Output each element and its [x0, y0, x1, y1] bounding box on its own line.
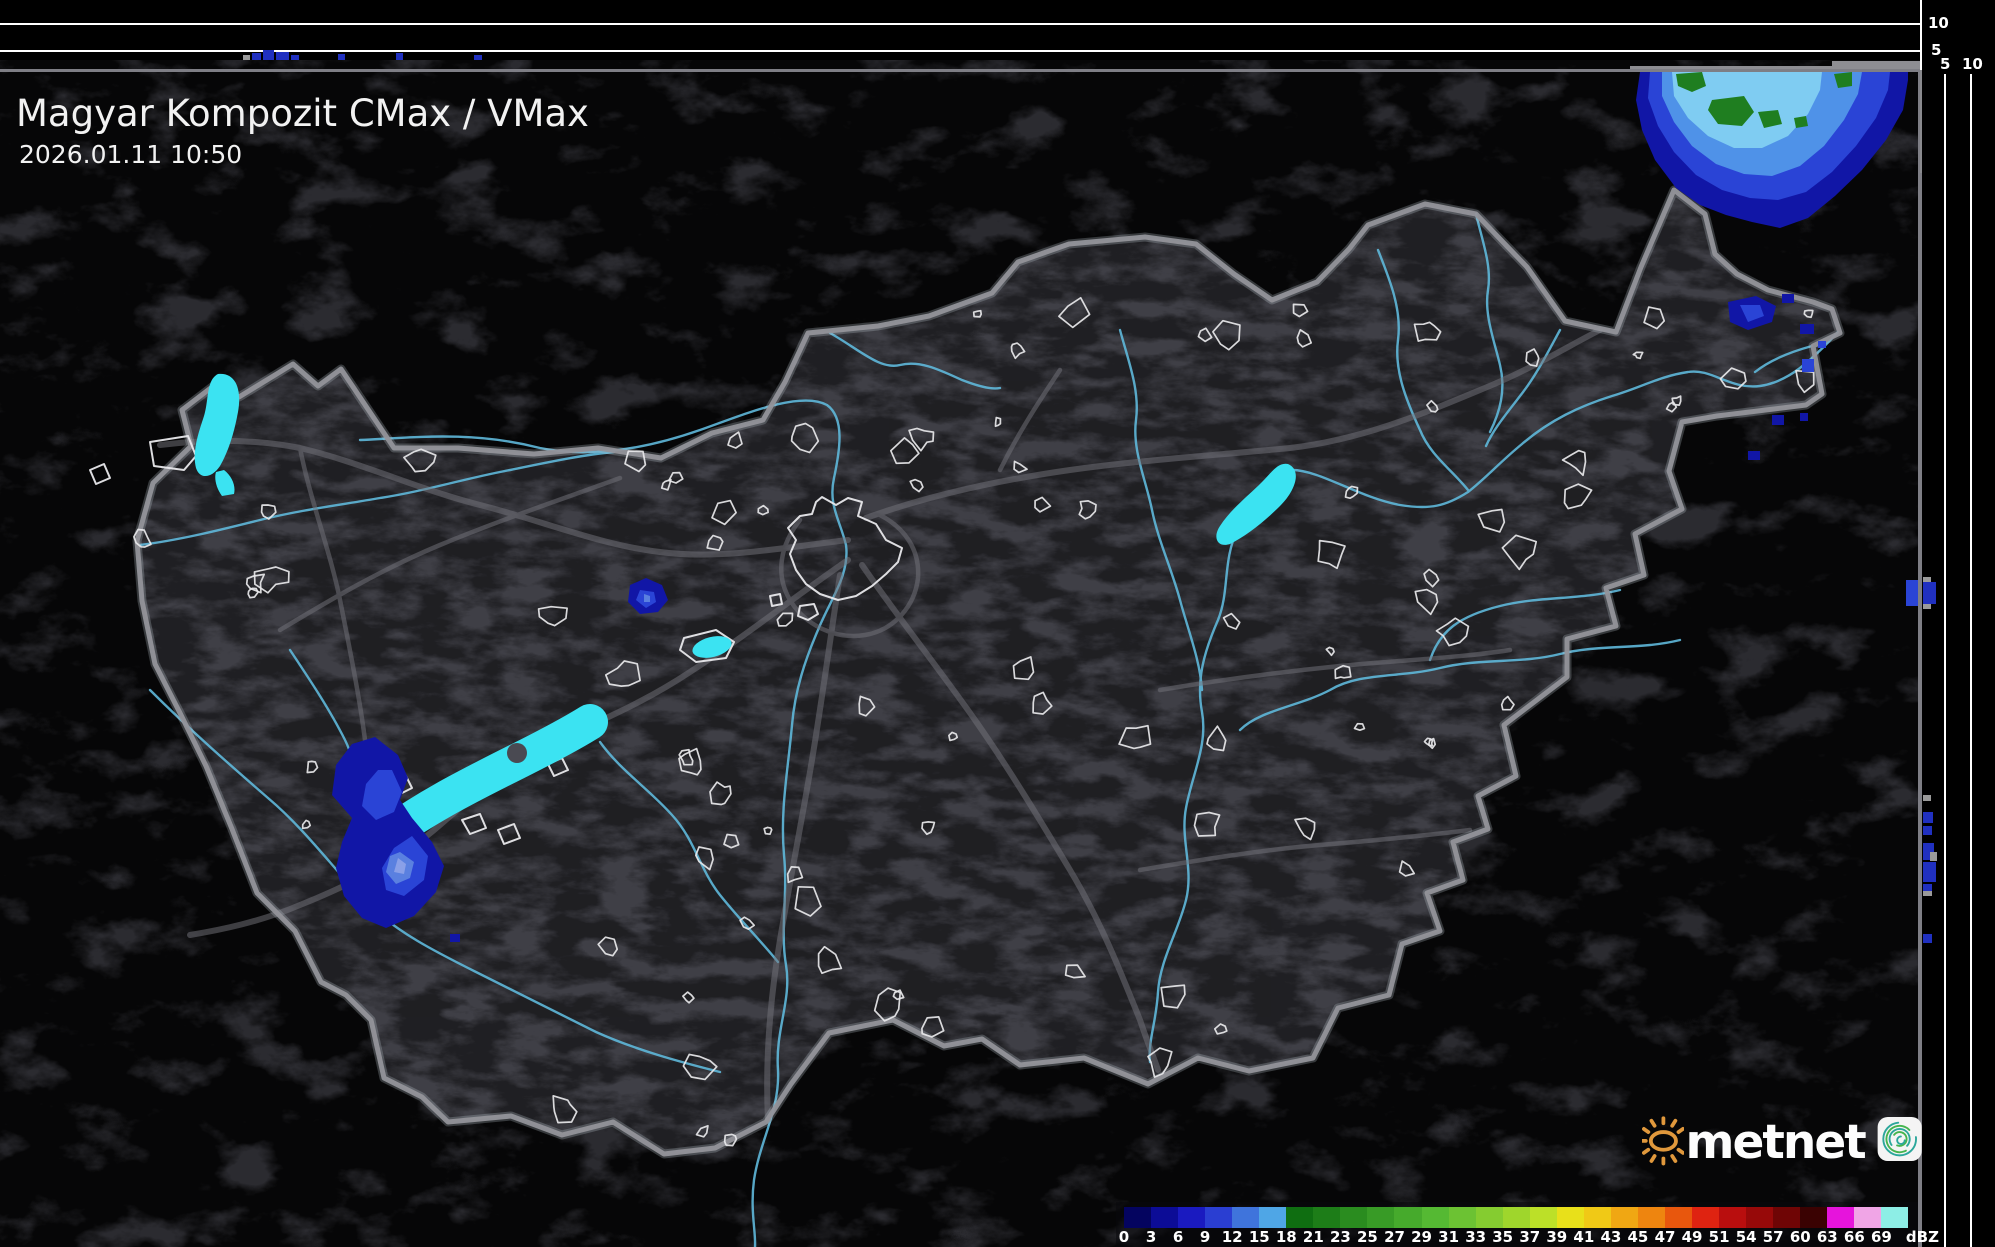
legend-swatches — [1124, 1207, 1909, 1228]
right-axis-tick-10: 10 — [1962, 55, 1983, 73]
radar-map — [0, 0, 1995, 1247]
legend-tick-label: 33 — [1465, 1228, 1487, 1246]
legend-swatch — [1881, 1207, 1909, 1228]
metnet-logo-text: metnet — [1685, 1114, 1867, 1170]
legend-tick-label: 63 — [1816, 1228, 1838, 1246]
legend-tick-label: 51 — [1708, 1228, 1730, 1246]
legend-swatch — [1827, 1207, 1855, 1228]
legend-swatch — [1691, 1207, 1720, 1228]
right-gridline-5 — [1944, 74, 1946, 1247]
legend-swatch — [1637, 1207, 1665, 1228]
legend-tick-label: 60 — [1789, 1228, 1811, 1246]
legend-tick-label: 29 — [1411, 1228, 1432, 1246]
legend-tick-label: 43 — [1600, 1228, 1622, 1246]
right-gridline-10 — [1970, 74, 1972, 1247]
tihany-peninsula — [507, 743, 527, 763]
top-axis-tick-10: 10 — [1928, 14, 1949, 32]
legend-swatch — [1773, 1207, 1801, 1228]
legend-swatch — [1205, 1207, 1233, 1228]
top-profile-strip — [0, 0, 1995, 70]
sun-icon — [1642, 1116, 1684, 1166]
legend-tick-label: 47 — [1654, 1228, 1676, 1246]
legend-swatch — [1259, 1207, 1287, 1228]
legend-swatch — [1421, 1207, 1449, 1228]
legend-tick-label: 35 — [1492, 1228, 1514, 1246]
legend-swatch — [1178, 1207, 1206, 1228]
legend-tick-label: 41 — [1573, 1228, 1595, 1246]
legend-swatch — [1719, 1207, 1747, 1228]
legend-tick-label: 6 — [1172, 1228, 1184, 1246]
legend-swatch — [1124, 1207, 1152, 1228]
top-gridline-10 — [0, 23, 1921, 25]
legend-swatch — [1583, 1207, 1611, 1228]
metnet-branding: metnet — [1642, 1093, 1922, 1185]
legend-tick-label: 3 — [1145, 1228, 1157, 1246]
metnet-app-icon — [1877, 1116, 1922, 1162]
right-axis-tick-5: 5 — [1940, 55, 1951, 73]
legend-tick-label: 15 — [1248, 1228, 1270, 1246]
legend-tick-label: 18 — [1275, 1228, 1297, 1246]
legend-swatch — [1448, 1207, 1476, 1228]
legend-unit-label: dBZ — [1905, 1228, 1939, 1246]
legend-tick-label: 49 — [1681, 1228, 1703, 1246]
legend-tick-label: 54 — [1735, 1228, 1757, 1246]
legend-swatch — [1529, 1207, 1557, 1228]
dbz-color-legend: 0 3 6 9 12 15 18 21 23 25 27 29 31 33 35 37 39 41 43 45 47 49… — [1116, 1202, 1939, 1247]
legend-tick-label: 31 — [1438, 1228, 1460, 1246]
legend-tick-label: 12 — [1221, 1228, 1243, 1246]
legend-tick-label: 27 — [1384, 1228, 1405, 1246]
legend-swatch — [1151, 1207, 1179, 1228]
legend-swatch — [1313, 1207, 1341, 1228]
legend-tick-label: 66 — [1843, 1228, 1865, 1246]
legend-labels: 0 3 6 9 12 15 18 21 23 25 27 29 31 33 35 37 39 41 43 45 47 49… — [1119, 1228, 1939, 1246]
timestamp: 2026.01.11 10:50 — [19, 140, 243, 169]
legend-tick-label: 37 — [1519, 1228, 1541, 1246]
legend-tick-label: 0 — [1118, 1228, 1130, 1246]
legend-tick-label: 9 — [1199, 1228, 1211, 1246]
legend-tick-label: 39 — [1546, 1228, 1568, 1246]
right-profile-strip — [1922, 60, 1995, 1247]
radar-composite-screen: Magyar Kompozit CMax / VMax 2026.01.11 1… — [0, 0, 1995, 1247]
legend-tick-label: 69 — [1870, 1228, 1892, 1246]
legend-tick-label: 57 — [1762, 1228, 1784, 1246]
legend-swatch — [1340, 1207, 1368, 1228]
legend-swatch — [1556, 1207, 1584, 1228]
legend-swatch — [1800, 1207, 1828, 1228]
legend-swatch — [1854, 1207, 1882, 1228]
legend-tick-label: 25 — [1357, 1228, 1378, 1246]
legend-swatch — [1367, 1207, 1395, 1228]
legend-swatch — [1610, 1207, 1638, 1228]
legend-swatch — [1664, 1207, 1692, 1228]
legend-swatch — [1394, 1207, 1422, 1228]
legend-swatch — [1475, 1207, 1503, 1228]
page-title: Magyar Kompozit CMax / VMax — [16, 92, 589, 135]
legend-swatch — [1502, 1207, 1530, 1228]
legend-swatch — [1746, 1207, 1774, 1228]
legend-swatch — [1232, 1207, 1260, 1228]
legend-tick-label: 21 — [1302, 1228, 1324, 1246]
legend-swatch — [1286, 1207, 1314, 1228]
top-gridline-5 — [0, 50, 1921, 52]
legend-tick-label: 23 — [1329, 1228, 1351, 1246]
legend-tick-label: 45 — [1627, 1228, 1649, 1246]
